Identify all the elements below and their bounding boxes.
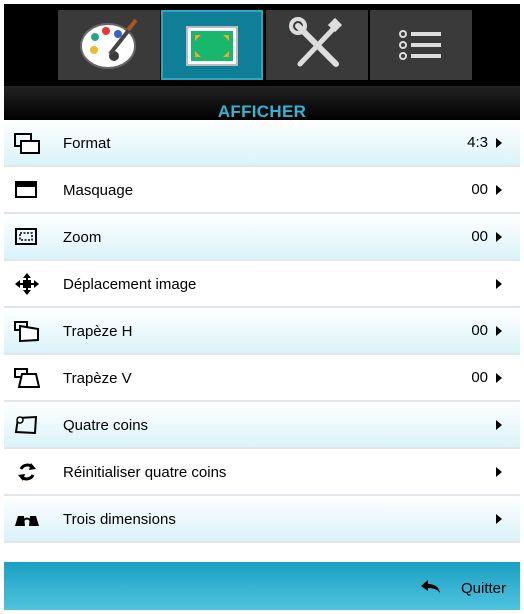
chevron-right-icon <box>496 279 502 289</box>
four-corners-icon <box>14 415 38 435</box>
menu-item-image-shift[interactable]: Déplacement image <box>4 261 520 308</box>
chevron-right-icon <box>496 467 502 477</box>
menu-item-label: Réinitialiser quatre coins <box>63 464 227 481</box>
move-icon <box>15 273 39 295</box>
tab-bar <box>4 4 520 86</box>
display-icon <box>186 26 238 66</box>
menu-item-label: Trois dimensions <box>63 511 176 528</box>
tab-settings[interactable] <box>266 10 368 80</box>
mask-icon <box>15 181 37 198</box>
palette-icon <box>80 18 138 69</box>
footer-bar: Quitter <box>4 562 520 610</box>
reset-icon <box>18 463 36 481</box>
chevron-right-icon <box>496 420 502 430</box>
menu-item-zoom[interactable]: Zoom 00 <box>4 214 520 261</box>
menu-item-value: 00 <box>471 369 488 386</box>
zoom-icon <box>15 228 37 245</box>
menu-item-label: Trapèze V <box>63 370 132 387</box>
menu-item-format[interactable]: Format 4:3 <box>4 120 520 167</box>
menu-item-label: Format <box>63 135 111 152</box>
tab-display[interactable] <box>161 10 263 80</box>
tab-options[interactable] <box>370 10 472 80</box>
tab-image-settings[interactable] <box>58 10 160 80</box>
keystone-v-icon <box>14 368 40 388</box>
chevron-right-icon <box>496 232 502 242</box>
menu-title-bar: AFFICHER <box>4 86 520 121</box>
chevron-right-icon <box>496 185 502 195</box>
keystone-h-icon <box>14 321 39 342</box>
menu-item-label: Trapèze H <box>63 323 133 340</box>
menu-item-label: Quatre coins <box>63 417 149 434</box>
back-arrow-icon[interactable] <box>420 578 442 594</box>
list-icon <box>399 30 441 60</box>
menu-item-label: Déplacement image <box>63 276 197 293</box>
menu-item-four-corners[interactable]: Quatre coins <box>4 402 520 449</box>
3d-glasses-icon <box>15 516 39 526</box>
quit-button[interactable]: Quitter <box>461 580 506 597</box>
menu-item-value: 4:3 <box>467 134 488 151</box>
menu-item-reset-four-corners[interactable]: Réinitialiser quatre coins <box>4 449 520 496</box>
menu-item-3d[interactable]: Trois dimensions <box>4 496 520 543</box>
chevron-right-icon <box>496 326 502 336</box>
chevron-right-icon <box>496 373 502 383</box>
menu-item-value: 00 <box>471 228 488 245</box>
chevron-right-icon <box>496 138 502 148</box>
page-title: AFFICHER <box>217 102 307 121</box>
menu-item-label: Masquage <box>63 182 134 199</box>
menu-item-keystone-v[interactable]: Trapèze V 00 <box>4 355 520 402</box>
menu-item-value: 00 <box>471 322 488 339</box>
menu-item-label: Zoom <box>63 229 102 246</box>
menu-item-keystone-h[interactable]: Trapèze H 00 <box>4 308 520 355</box>
osd-menu: AFFICHER Format 4:3 Masquage 00 Zoom 00 <box>4 4 520 610</box>
chevron-right-icon <box>496 514 502 524</box>
format-icon <box>14 133 40 154</box>
menu-item-masquage[interactable]: Masquage 00 <box>4 167 520 214</box>
tools-icon <box>289 17 343 67</box>
menu-item-value: 00 <box>471 181 488 198</box>
